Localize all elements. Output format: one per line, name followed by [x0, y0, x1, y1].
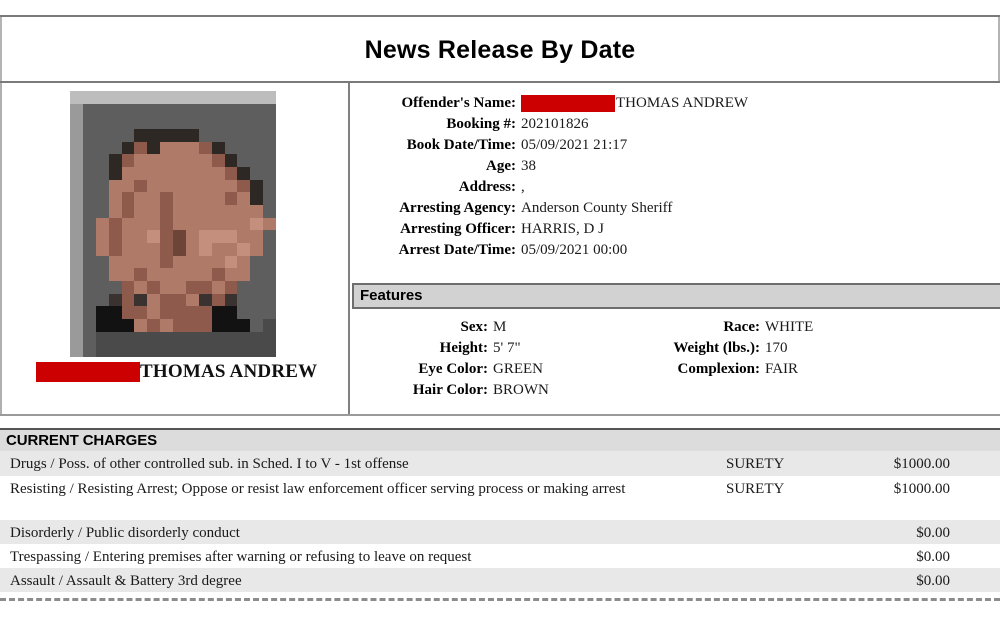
feature-value: GREEN — [493, 361, 543, 377]
offender-info-label: Age: — [486, 158, 516, 174]
offender-info-row: Address:, — [352, 177, 1000, 198]
charge-bond-amount: $0.00 — [916, 549, 950, 565]
offender-info-row: Arresting Agency: Anderson County Sheriff — [352, 198, 1000, 219]
redaction-bar-offender-name — [521, 95, 615, 113]
feature-label: Sex: — [460, 319, 489, 335]
charges-header-band: CURRENT CHARGES — [0, 428, 1000, 451]
offender-info-row: Arresting Officer: HARRIS, D J — [352, 219, 1000, 240]
offender-info-value: Anderson County Sheriff — [521, 200, 673, 216]
charge-row: Assault / Assault & Battery 3rd degree $0… — [0, 568, 1000, 592]
panel-bottom-rule — [0, 414, 1000, 416]
feature-label: Hair Color: — [412, 382, 488, 398]
features-header-band: Features — [352, 283, 1000, 309]
offender-info-row: Booking #: 202101826 — [352, 114, 1000, 135]
feature-row: Height: 5' 7" — [352, 338, 552, 359]
features-title: Features — [360, 287, 423, 304]
mugshot-caption-name: THOMAS ANDREW — [140, 361, 318, 382]
current-charges-section: CURRENT CHARGES Drugs / Poss. of other c… — [0, 428, 1000, 592]
feature-value: 170 — [765, 340, 788, 356]
offender-info-label: Arrest Date/Time: — [398, 242, 516, 258]
offender-info-row: Book Date/Time: 05/09/2021 21:17 — [352, 135, 1000, 156]
features-body: Sex: M Height: 5' 7" Eye Color: GREEN Hair Col… — [352, 309, 1000, 409]
feature-row: Complexion: FAIR — [600, 359, 880, 380]
offender-info-row: Offender's Name: THOMAS ANDREW — [352, 93, 1000, 114]
feature-label: Eye Color: — [418, 361, 488, 377]
mugshot-pixel-grid — [70, 91, 276, 357]
charge-bond-amount: $1000.00 — [893, 456, 950, 472]
offender-info-label: Arresting Officer: — [400, 221, 516, 237]
feature-value: WHITE — [765, 319, 814, 335]
feature-value: 5' 7" — [493, 340, 521, 356]
feature-value: M — [493, 319, 507, 335]
offender-info-value: 05/09/2021 21:17 — [521, 137, 628, 153]
feature-label: Weight (lbs.): — [673, 340, 760, 356]
offender-info-value: 202101826 — [521, 116, 589, 132]
feature-label: Race: — [723, 319, 760, 335]
offender-info-list: Offender's Name: THOMAS ANDREW Booking #: 2… — [352, 93, 1000, 261]
offender-info-label: Address: — [458, 179, 516, 195]
offender-info-label: Booking #: — [446, 116, 516, 132]
offender-info-value: , — [521, 179, 525, 195]
feature-row: Sex: M — [352, 317, 552, 338]
offender-info-value: 38 — [521, 158, 536, 174]
charge-row: Drugs / Poss. of other controlled sub. i… — [0, 451, 1000, 476]
feature-label: Height: — [439, 340, 488, 356]
offender-info-label: Arresting Agency: — [399, 200, 516, 216]
features-section: Features Sex: M Height: 5' 7" Eye Color: GREE… — [352, 283, 1000, 409]
offender-info-row: Arrest Date/Time: 05/09/2021 00:00 — [352, 240, 1000, 261]
offender-info-label: Offender's Name: — [401, 95, 516, 111]
feature-row: Weight (lbs.): 170 — [600, 338, 880, 359]
charge-bond-amount: $1000.00 — [893, 481, 950, 497]
charges-list: Drugs / Poss. of other controlled sub. i… — [0, 451, 1000, 592]
feature-value: BROWN — [493, 382, 549, 398]
charge-bond-amount: $0.00 — [916, 525, 950, 541]
feature-row: Race: WHITE — [600, 317, 880, 338]
charges-title: CURRENT CHARGES — [6, 432, 158, 449]
offender-info-row: Age: 38 — [352, 156, 1000, 177]
charge-description: Assault / Assault & Battery 3rd degree — [10, 573, 242, 589]
offender-info-value: HARRIS, D J — [521, 221, 604, 237]
charge-description: Trespassing / Entering premises after wa… — [10, 549, 472, 565]
charge-row: Resisting / Resisting Arrest; Oppose or … — [0, 476, 1000, 520]
charge-description: Resisting / Resisting Arrest; Oppose or … — [10, 481, 626, 497]
feature-value: FAIR — [765, 361, 799, 377]
features-left-column: Sex: M Height: 5' 7" Eye Color: GREEN Hair Col… — [352, 317, 552, 401]
feature-row: Eye Color: GREEN — [352, 359, 552, 380]
feature-label: Complexion: — [677, 361, 761, 377]
offender-info-value: 05/09/2021 00:00 — [521, 242, 628, 258]
panel-left-edge — [0, 83, 2, 416]
mugshot-caption: THOMAS ANDREW — [36, 361, 336, 385]
mugshot-photo — [70, 91, 276, 357]
feature-row: Hair Color: BROWN — [352, 380, 552, 401]
features-right-column: Race: WHITE Weight (lbs.): 170 Complexion: FA… — [600, 317, 880, 380]
charge-description: Drugs / Poss. of other controlled sub. i… — [10, 456, 409, 472]
charge-row: Trespassing / Entering premises after wa… — [0, 544, 1000, 568]
offender-record-panel: THOMAS ANDREW Offender's Name: THOMAS AND… — [0, 83, 1000, 416]
panel-vertical-divider — [348, 83, 350, 416]
page-title: News Release By Date — [364, 36, 636, 64]
charge-row: Disorderly / Public disorderly conduct $0… — [0, 520, 1000, 544]
charge-bond-amount: $0.00 — [916, 573, 950, 589]
bottom-dashed-separator — [0, 598, 1000, 601]
top-rule — [0, 15, 1000, 17]
offender-info-label: Book Date/Time: — [406, 137, 516, 153]
offender-info-value: THOMAS ANDREW — [616, 95, 749, 111]
charge-description: Disorderly / Public disorderly conduct — [10, 525, 240, 541]
redaction-bar-caption — [36, 362, 140, 382]
